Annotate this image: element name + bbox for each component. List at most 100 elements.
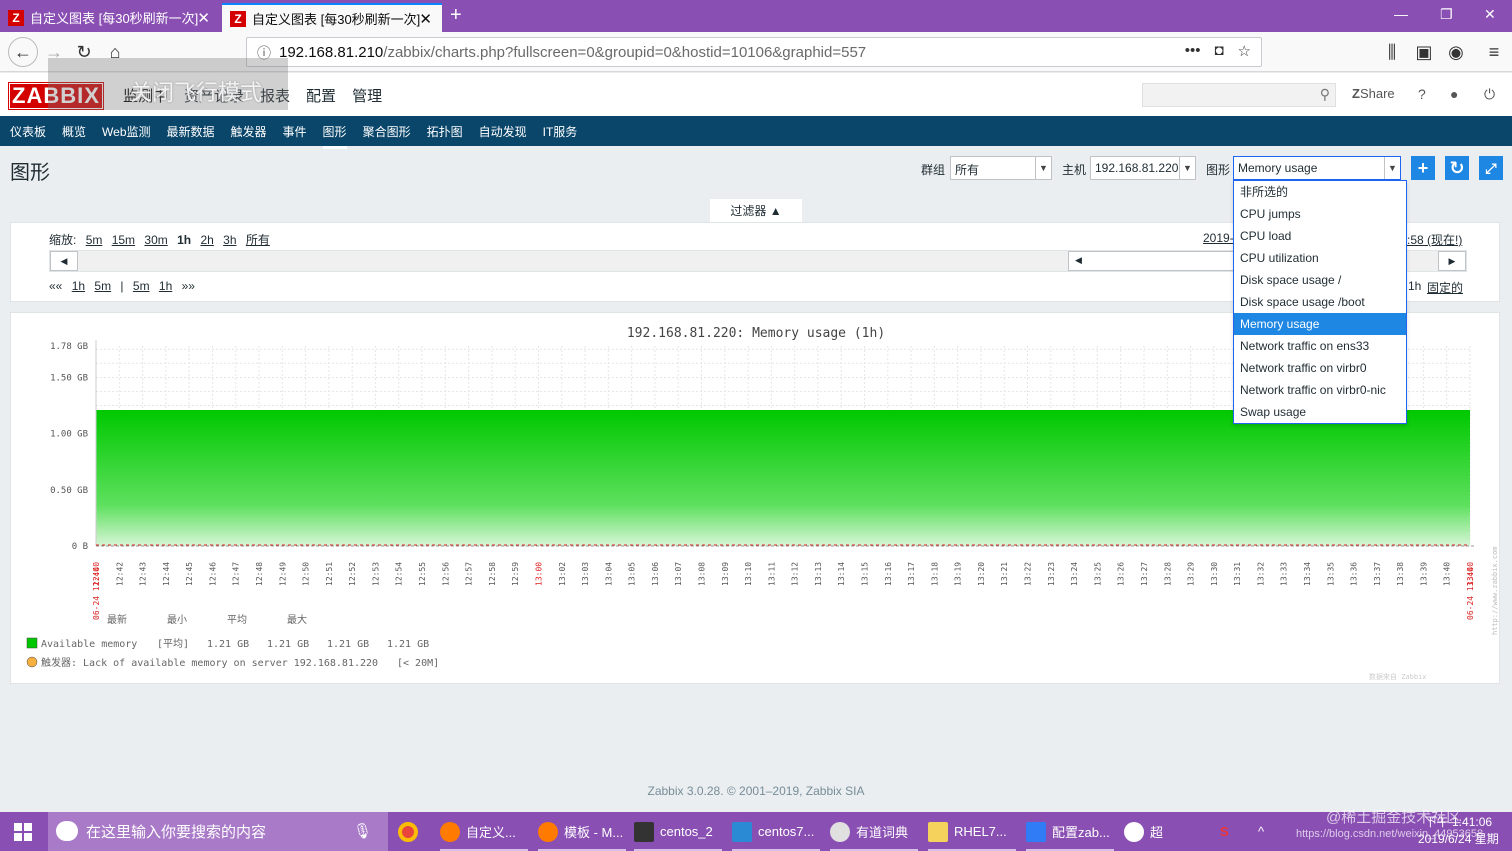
taskbar-item-label: 自定义... [466,825,516,840]
taskbar-item-centos7[interactable]: centos7... [732,812,820,851]
host-select[interactable]: 192.168.81.220 ▼ [1090,156,1196,180]
x-tick-label: 12:59 [511,562,520,586]
submenu-events[interactable]: 事件 [275,123,315,140]
fullscreen-icon[interactable]: ⤢ [1479,156,1503,180]
zoom-1h[interactable]: 1h [177,233,191,247]
library-icon[interactable]: ⫼ [1380,40,1404,64]
new-tab-icon[interactable]: + [450,4,462,27]
close-tab-icon[interactable]: ✕ [419,10,432,28]
share-button[interactable]: ZShare [1352,86,1395,101]
group-select-value: 所有 [955,163,980,177]
back-icon[interactable]: ← [8,37,38,67]
close-window-icon[interactable]: ✕ [1484,6,1496,23]
graph-option[interactable]: Network traffic on virbr0-nic [1234,379,1406,401]
search-icon[interactable]: ⚲ [1320,86,1330,103]
user-profile-icon[interactable]: ● [1450,86,1458,102]
page-actions-icon[interactable]: ••• [1185,42,1201,60]
zoom-all[interactable]: 所有 [246,233,270,247]
thumb-left-handle-icon[interactable]: ◀ [1075,255,1082,266]
scroll-right-icon[interactable]: ▶ [1438,251,1466,271]
zoom-2h[interactable]: 2h [200,233,213,247]
menu-configuration[interactable]: 配置 [298,85,344,106]
submenu-it-services[interactable]: IT服务 [535,123,586,140]
windows-start-icon[interactable] [14,823,32,841]
taskbar-search-input[interactable]: 在这里输入你要搜索的内容 🎙 [48,812,388,851]
graph-option[interactable]: Disk space usage /boot [1234,291,1406,313]
taskbar-item-youdao[interactable]: 有道词典 [830,812,918,851]
share-icon: Z [1352,86,1360,101]
global-search-input[interactable]: ⚲ [1142,83,1336,107]
url-bar[interactable]: ⓘ 192.168.81.210/zabbix/charts.php?fulls… [246,37,1262,67]
zoom-3h[interactable]: 3h [223,233,236,247]
submenu-maps[interactable]: 拓扑图 [419,123,471,140]
dictionary-icon [830,821,850,842]
submenu-overview[interactable]: 概览 [54,123,94,140]
graph-select[interactable]: Memory usage ▼ [1233,156,1401,180]
fixed-period-toggle[interactable]: 固定的 [1427,279,1463,296]
graph-option[interactable]: Network traffic on virbr0 [1234,357,1406,379]
minimize-icon[interactable]: — [1394,6,1408,22]
graph-dropdown-list[interactable]: 非所选的 CPU jumps CPU load CPU utilization … [1233,180,1407,424]
submenu-dashboard[interactable]: 仪表板 [2,123,54,140]
pocket-icon[interactable]: ◘ [1214,42,1223,60]
taskbar-chrome-icon[interactable] [398,812,424,851]
tray-expand-icon[interactable]: ^ [1258,812,1264,851]
nav-forward-all[interactable]: »» [182,279,195,293]
microphone-icon[interactable]: 🎙 [353,822,372,840]
sidebar-icon[interactable]: ▣ [1412,40,1436,64]
zoom-30m[interactable]: 30m [144,233,167,247]
zoom-5m[interactable]: 5m [86,233,103,247]
filter-toggle-tab[interactable]: 过滤器 ▲ [710,199,802,223]
taskbar-item-super[interactable]: 超 [1124,812,1164,851]
help-icon[interactable]: ? [1418,86,1426,102]
close-tab-icon[interactable]: ✕ [197,9,210,27]
x-tick-label: 13:03 [581,562,590,586]
graph-option[interactable]: 非所选的 [1234,181,1406,203]
period-start-date[interactable]: 2019- [1203,231,1234,245]
nav-back-5m[interactable]: 5m [94,279,111,293]
taskbar-item-config-zabbix[interactable]: 配置zab... [1026,812,1114,851]
menu-administration[interactable]: 管理 [344,85,390,106]
submenu-graphs[interactable]: 图形 [315,123,355,149]
submenu-discovery[interactable]: 自动发现 [471,123,535,140]
nav-right-1h[interactable]: 1h [1408,279,1421,293]
graph-option[interactable]: CPU jumps [1234,203,1406,225]
nav-forward-5m[interactable]: 5m [133,279,150,293]
x-tick-label: 13:37 [1373,562,1382,586]
graph-option[interactable]: CPU utilization [1234,247,1406,269]
submenu-latest-data[interactable]: 最新数据 [159,123,223,140]
chevron-down-icon: ▼ [1179,157,1195,179]
submenu-triggers[interactable]: 触发器 [223,123,275,140]
add-to-favourites-button[interactable]: + [1411,156,1435,180]
graph-option-selected[interactable]: Memory usage [1234,313,1406,335]
submenu-web[interactable]: Web监测 [94,123,158,140]
nav-back-all[interactable]: «« [49,279,62,293]
graph-option[interactable]: Swap usage [1234,401,1406,423]
submenu-screens[interactable]: 聚合图形 [355,123,419,140]
graph-option[interactable]: Network traffic on ens33 [1234,335,1406,357]
taskbar-item-rhel7[interactable]: RHEL7... [928,812,1016,851]
refresh-icon[interactable]: ↻ [1445,156,1469,180]
period-end-now[interactable]: :58 (现在!) [1407,231,1462,248]
group-select[interactable]: 所有 ▼ [950,156,1052,180]
sign-out-icon[interactable]: ⏻ [1484,86,1495,103]
taskbar-item-centos-2[interactable]: centos_2 [634,812,722,851]
menu-icon[interactable]: ≡ [1482,40,1506,64]
browser-tab-2[interactable]: Z 自定义图表 [每30秒刷新一次] ✕ [222,3,442,32]
cortana-icon [56,821,78,841]
taskbar-item-firefox-1[interactable]: 自定义... [440,812,528,851]
graph-option[interactable]: Disk space usage / [1234,269,1406,291]
account-icon[interactable]: ◉ [1444,40,1468,64]
legend-swatch-available-memory [26,637,38,649]
scroll-left-icon[interactable]: ◀ [50,251,78,271]
zoom-15m[interactable]: 15m [112,233,135,247]
url-host: 192.168.81.210 [279,43,384,61]
restore-icon[interactable]: ❐ [1440,6,1453,23]
graph-option[interactable]: CPU load [1234,225,1406,247]
ime-icon[interactable]: S [1220,812,1229,851]
bookmark-star-icon[interactable]: ☆ [1238,42,1251,60]
nav-back-1h[interactable]: 1h [72,279,85,293]
browser-tab-1[interactable]: Z 自定义图表 [每30秒刷新一次] ✕ [0,3,220,32]
nav-forward-1h[interactable]: 1h [159,279,172,293]
taskbar-item-firefox-2[interactable]: 模板 - M... [538,812,626,851]
